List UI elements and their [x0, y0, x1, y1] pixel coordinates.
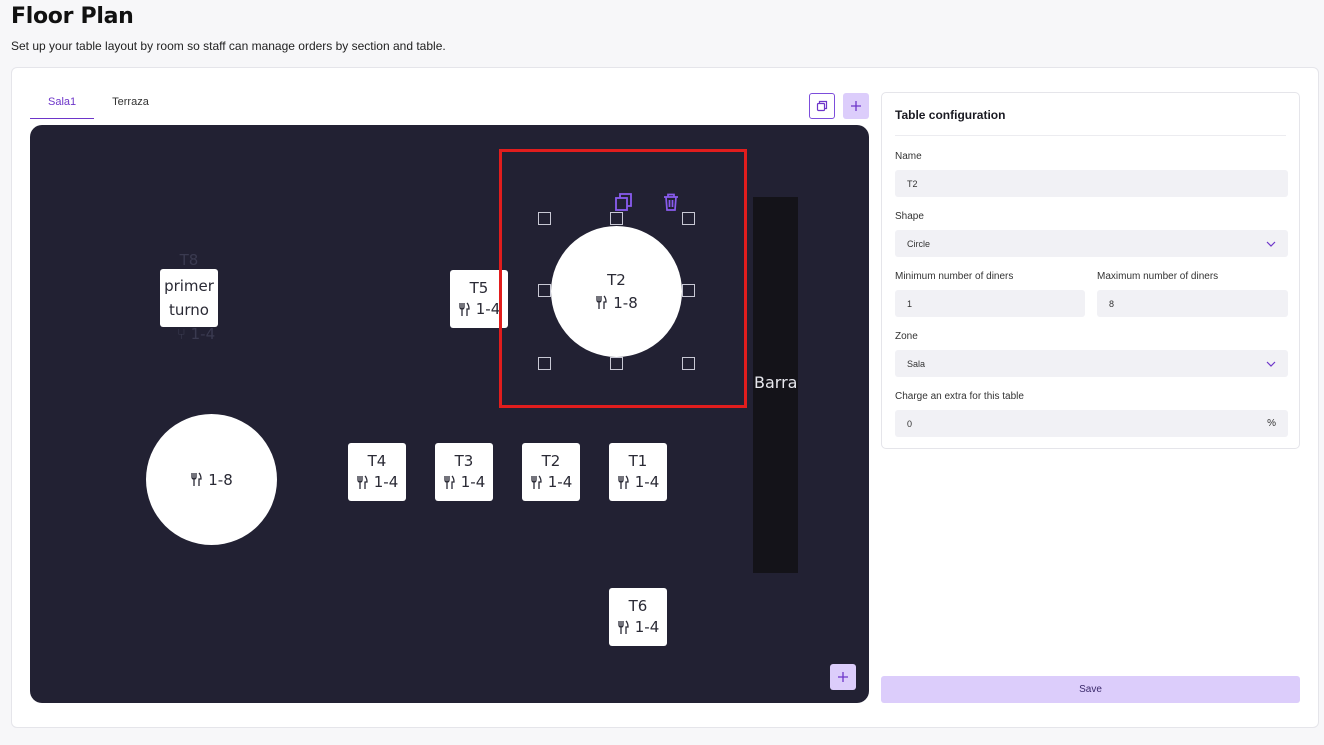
cutlery-icon [444, 475, 455, 489]
table-capacity: 1-4 [458, 298, 500, 320]
table-name: T6 [628, 597, 648, 615]
table-name: T5 [469, 279, 489, 297]
shape-value: Circle [907, 238, 931, 249]
selection-highlight [499, 149, 747, 408]
table-capacity: 1-4 [617, 616, 659, 638]
table-t8[interactable]: primer turno [160, 269, 218, 327]
table-capacity: 1-4 [530, 471, 572, 493]
copy-icon [816, 100, 828, 112]
extra-charge-input[interactable] [907, 418, 1268, 429]
name-field[interactable] [895, 170, 1288, 197]
resize-handle-e[interactable] [682, 284, 695, 297]
add-room-button[interactable] [843, 93, 869, 119]
table-capacity: 1-4 [356, 471, 398, 493]
percent-unit: % [1267, 418, 1276, 429]
table-capacity: 1-4 [443, 471, 485, 493]
copy-room-button[interactable] [809, 93, 835, 119]
plus-icon [838, 672, 848, 682]
min-diners-input[interactable] [907, 298, 1073, 309]
table-t8-label: primer turno [164, 277, 214, 319]
resize-handle-w[interactable] [538, 284, 551, 297]
max-diners-field[interactable] [1097, 290, 1288, 317]
duplicate-icon[interactable] [614, 192, 634, 212]
resize-handle-se[interactable] [682, 357, 695, 370]
extra-charge-label: Charge an extra for this table [895, 391, 1024, 402]
tab-terraza[interactable]: Terraza [94, 92, 167, 119]
resize-handle-ne[interactable] [682, 212, 695, 225]
cutlery-icon [459, 302, 470, 316]
resize-handle-s[interactable] [610, 357, 623, 370]
max-diners-label: Maximum number of diners [1097, 271, 1219, 282]
table-t1[interactable]: T1 1-4 [609, 443, 667, 501]
room-tabs: Sala1 Terraza [30, 92, 167, 119]
table-t3[interactable]: T3 1-4 [435, 443, 493, 501]
cutlery-icon [191, 472, 202, 486]
resize-handle-sw[interactable] [538, 357, 551, 370]
cutlery-icon: ⑂ [176, 325, 186, 343]
table-round[interactable]: 1-8 [146, 414, 277, 545]
min-diners-field[interactable] [895, 290, 1085, 317]
name-input[interactable] [907, 178, 1276, 189]
extra-charge-field[interactable]: % [895, 410, 1288, 437]
table-capacity: 1-8 [190, 468, 233, 492]
table-t8-capacity: ⑂ 1-4 [176, 325, 216, 343]
table-config-panel: Table configuration Name Shape Circle Mi… [881, 92, 1300, 449]
cutlery-icon [531, 475, 542, 489]
config-divider [895, 135, 1286, 136]
table-t6[interactable]: T6 1-4 [609, 588, 667, 646]
max-diners-input[interactable] [1109, 298, 1276, 309]
zone-value: Sala [907, 358, 926, 369]
plus-icon [851, 101, 861, 111]
cutlery-icon [618, 475, 629, 489]
min-diners-label: Minimum number of diners [895, 271, 1014, 282]
add-table-button[interactable] [830, 664, 856, 690]
shape-select[interactable]: Circle [895, 230, 1288, 257]
cutlery-icon [357, 475, 368, 489]
zone-select[interactable]: Sala [895, 350, 1288, 377]
save-button[interactable]: Save [881, 676, 1300, 703]
chevron-down-icon [1266, 241, 1276, 247]
table-t2[interactable]: T2 1-4 [522, 443, 580, 501]
cutlery-icon [618, 620, 629, 634]
table-capacity: 1-4 [617, 471, 659, 493]
zone-label: Zone [895, 331, 918, 342]
table-name: T4 [367, 452, 387, 470]
shape-label: Shape [895, 211, 924, 222]
resize-handle-n[interactable] [610, 212, 623, 225]
bar-label: Barra [754, 373, 798, 392]
tab-sala1[interactable]: Sala1 [30, 92, 95, 119]
table-name: T2 [541, 452, 561, 470]
table-t8-name: T8 [179, 251, 199, 269]
resize-handle-nw[interactable] [538, 212, 551, 225]
table-name: T1 [628, 452, 648, 470]
page-title: Floor Plan [11, 4, 134, 29]
trash-icon[interactable] [661, 192, 681, 212]
page-subtitle: Set up your table layout by room so staf… [11, 39, 446, 53]
table-name: T3 [454, 452, 474, 470]
floor-canvas[interactable]: T8 ⑂ 1-4 primer turno T5 1-4 Barra T2 1-… [30, 125, 869, 703]
table-t4[interactable]: T4 1-4 [348, 443, 406, 501]
name-label: Name [895, 151, 922, 162]
chevron-down-icon [1266, 361, 1276, 367]
config-title: Table configuration [895, 108, 1006, 122]
